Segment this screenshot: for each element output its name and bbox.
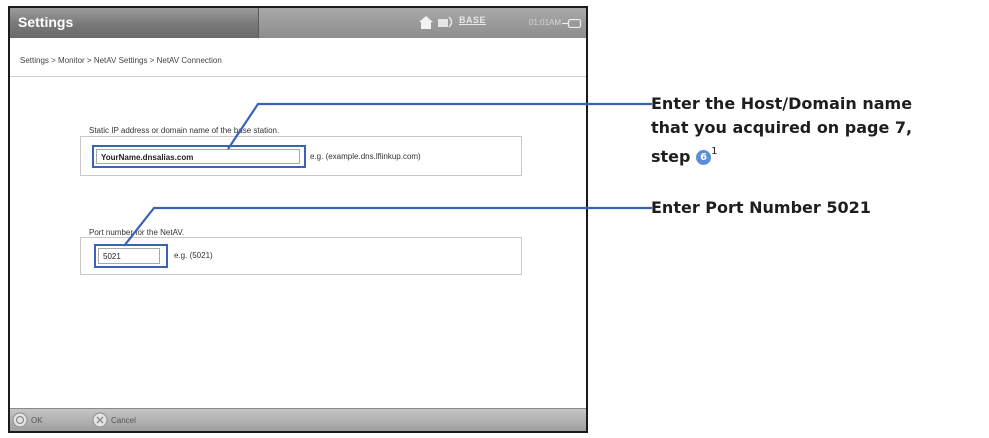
port-example: e.g. (5021) [174,251,213,260]
divider [10,76,586,77]
step-number-badge: 6 [696,150,712,165]
bottom-bar: OK Cancel [10,408,586,431]
title-bar: Settings BASE 01:01AM [10,8,586,38]
ok-label: OK [31,415,43,425]
footnote-marker: 1 [711,146,718,157]
clock: 01:01AM [529,18,562,27]
ok-button[interactable]: OK [12,412,43,428]
host-label: Static IP address or domain name of the … [89,126,280,135]
cancel-label: Cancel [111,415,136,425]
host-callout-line2: that you acquired on page 7, [651,118,913,137]
host-callout-step: step [651,147,691,166]
window-title: Settings [18,14,74,30]
signal-icon [438,16,453,28]
device-screen: Settings BASE 01:01AM Settings > Monitor… [8,6,588,433]
host-callout: Enter the Host/Domain name that you acqu… [651,92,989,169]
port-callout: Enter Port Number 5021 [651,198,871,217]
port-label: Port number for the NetAV. [89,228,185,237]
ok-circle-icon [12,412,28,428]
host-callout-line3: step 61 [651,140,989,169]
battery-icon [562,19,582,28]
home-icon [419,16,433,29]
host-example: e.g. (example.dns.lflinkup.com) [310,152,421,161]
port-input-highlight [94,244,168,268]
status-area: BASE 01:01AM [258,8,586,38]
breadcrumb: Settings > Monitor > NetAV Settings > Ne… [20,56,222,65]
cancel-x-icon [92,412,108,428]
host-callout-line1: Enter the Host/Domain name [651,94,913,113]
base-logo: BASE [459,15,487,25]
host-input-highlight [92,145,306,168]
cancel-button[interactable]: Cancel [92,412,136,428]
